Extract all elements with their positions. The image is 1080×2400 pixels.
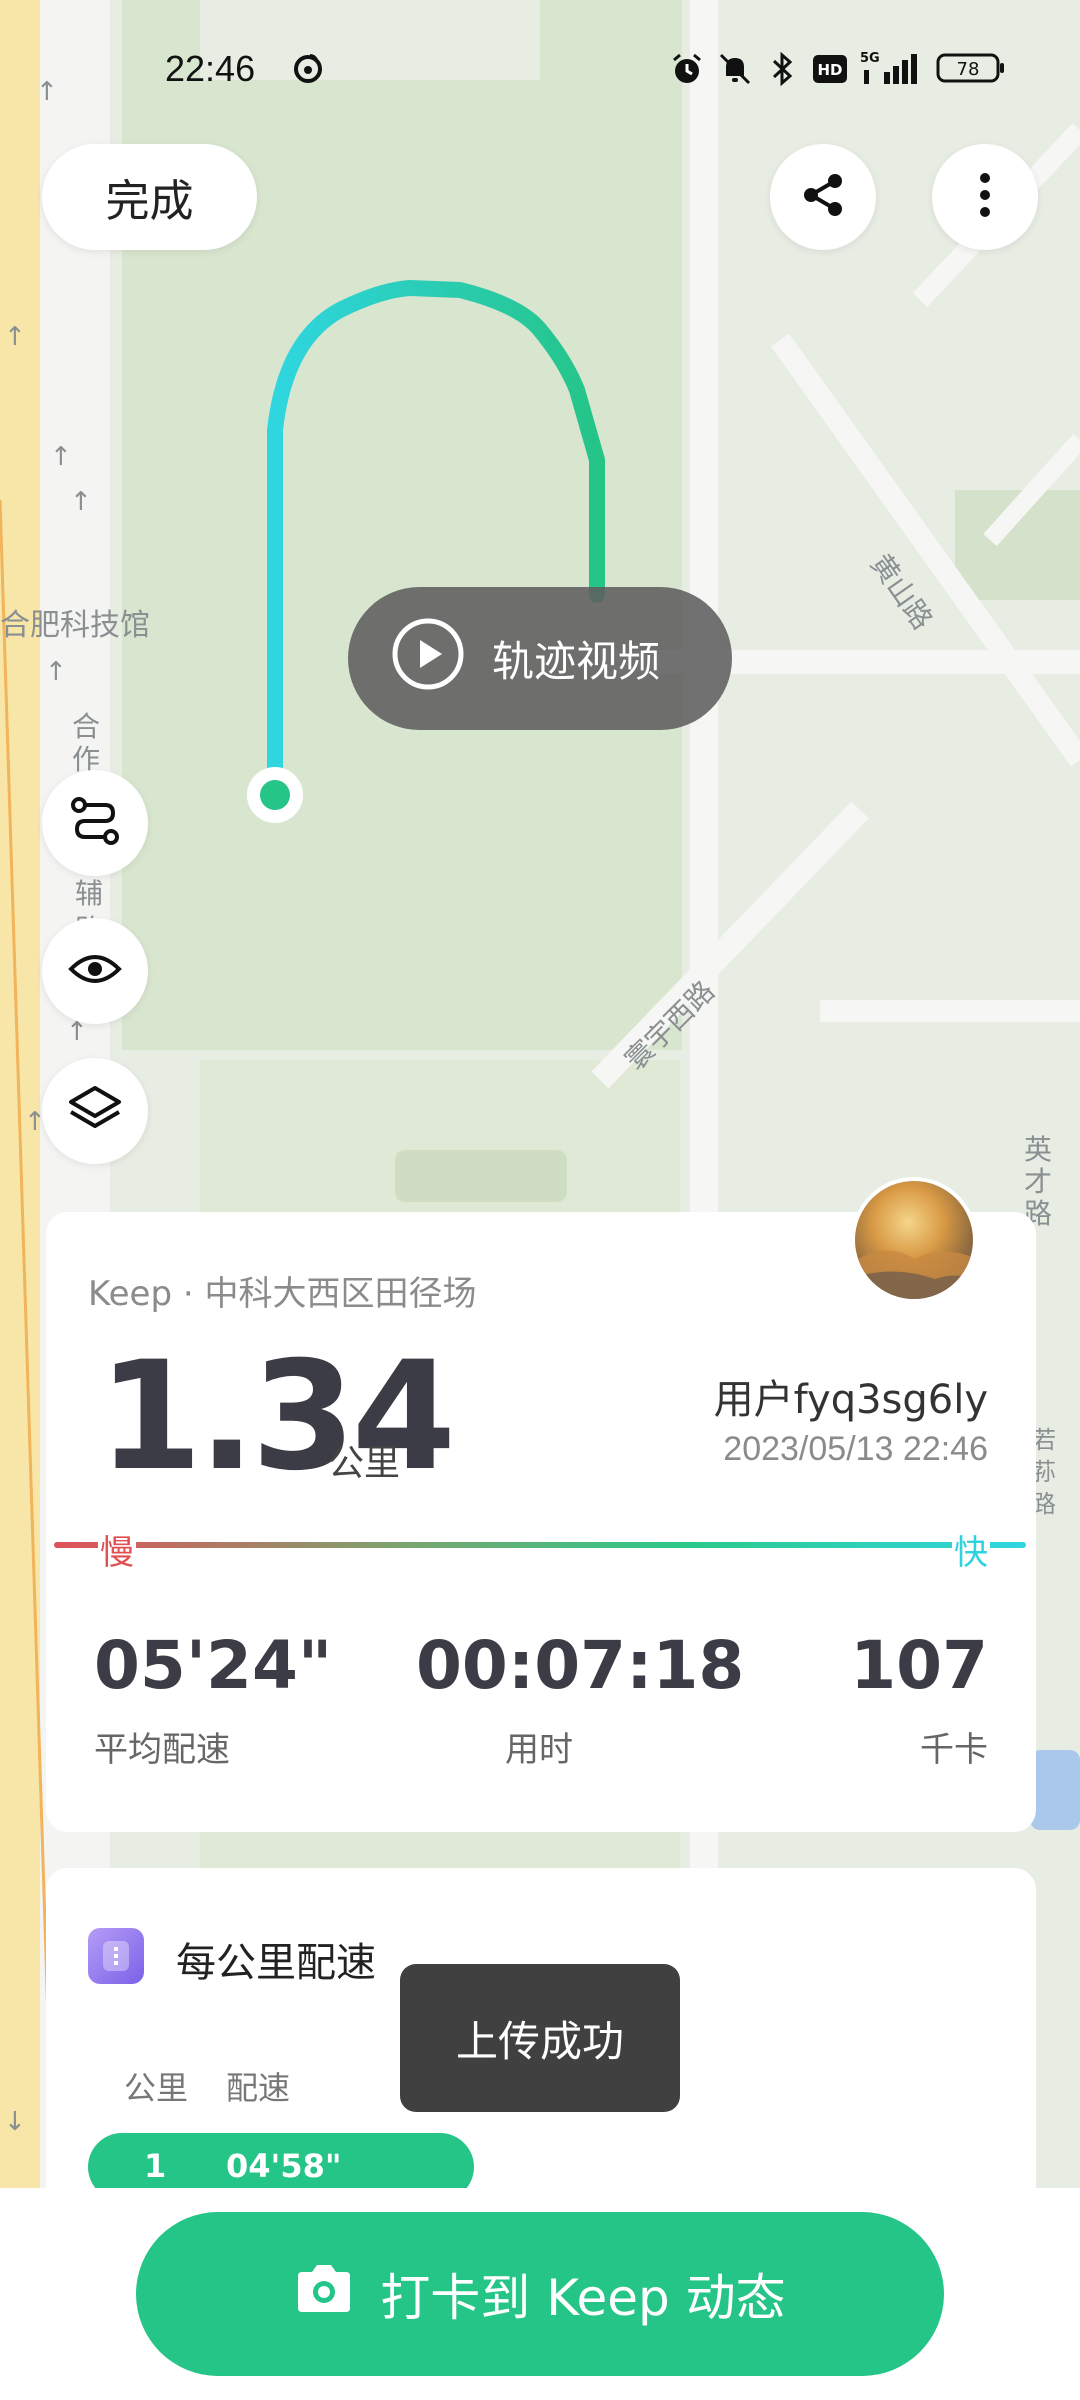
run-datetime: 2023/05/13 22:46 bbox=[723, 1430, 988, 1468]
bottom-bar: 打卡到 Keep 动态 bbox=[0, 2188, 1080, 2400]
km-number: 1 bbox=[144, 2147, 167, 2185]
share-button[interactable] bbox=[770, 144, 876, 250]
col-pace-header: 配速 bbox=[226, 2069, 291, 2107]
duration-value: 00:07:18 bbox=[416, 1627, 745, 1704]
checkin-label: 打卡到 Keep 动态 bbox=[380, 2269, 786, 2327]
km-pace-value: 04'58" bbox=[226, 2147, 342, 2185]
status-time: 22:46 bbox=[165, 48, 256, 89]
pace-fast-label: 快 bbox=[952, 1525, 990, 1574]
map-arrow: ↑ bbox=[70, 487, 92, 517]
more-button[interactable] bbox=[932, 144, 1038, 250]
view-button[interactable] bbox=[42, 918, 148, 1024]
map-arrow: ↑ bbox=[45, 657, 67, 687]
map-arrow: ↑ bbox=[4, 322, 26, 352]
map-label-museum: 合肥科技馆 bbox=[0, 608, 150, 643]
alarm-icon bbox=[670, 52, 704, 90]
route-button[interactable] bbox=[42, 770, 148, 876]
battery-level: 78 bbox=[957, 59, 980, 80]
location-label: Keep · 中科大西区田径场 bbox=[88, 1274, 477, 1314]
signal-icon: 5G bbox=[860, 50, 922, 90]
avg-pace-label: 平均配速 bbox=[94, 1730, 230, 1770]
checkin-button[interactable]: 打卡到 Keep 动态 bbox=[136, 2212, 944, 2376]
km-pace-icon bbox=[88, 1928, 144, 1984]
eye-icon bbox=[67, 949, 123, 993]
camera-icon bbox=[294, 2262, 354, 2326]
pace-gradient-bar bbox=[54, 1542, 1026, 1548]
track-video-button[interactable]: 轨迹视频 bbox=[348, 587, 732, 730]
netease-music-icon bbox=[292, 52, 324, 88]
more-vertical-icon bbox=[975, 169, 995, 225]
duration-label: 用时 bbox=[505, 1730, 573, 1770]
play-icon bbox=[390, 616, 466, 702]
hd-badge-text: HD bbox=[817, 61, 842, 79]
col-km-header: 公里 bbox=[124, 2069, 189, 2107]
map-arrow: ↓ bbox=[4, 2107, 26, 2137]
distance-unit: 公里 bbox=[328, 1443, 401, 1484]
mute-icon bbox=[718, 52, 752, 90]
calories-label: 千卡 bbox=[920, 1730, 988, 1770]
avatar[interactable] bbox=[851, 1177, 977, 1303]
bluetooth-icon bbox=[766, 51, 798, 90]
status-bar: 22:46 HD 5G 78 bbox=[0, 0, 1080, 140]
calories-value: 107 bbox=[850, 1627, 988, 1704]
hd-icon: HD bbox=[812, 54, 848, 88]
upload-success-toast: 上传成功 bbox=[400, 1964, 680, 2112]
map-label-road: 辅 bbox=[75, 877, 104, 910]
done-button[interactable]: 完成 bbox=[42, 144, 257, 250]
pace-slow-label: 慢 bbox=[98, 1525, 136, 1574]
km-pace-title: 每公里配速 bbox=[176, 1940, 376, 1986]
track-video-label: 轨迹视频 bbox=[492, 637, 661, 686]
route-icon bbox=[67, 793, 123, 853]
share-icon bbox=[797, 169, 849, 225]
map-arrow: ↑ bbox=[50, 442, 72, 472]
avg-pace-value: 05'24" bbox=[94, 1627, 333, 1704]
layers-button[interactable] bbox=[42, 1058, 148, 1164]
layers-icon bbox=[67, 1084, 123, 1138]
run-summary-card: Keep · 中科大西区田径场 1.34 公里 用户fyq3sg6ly 2023… bbox=[46, 1212, 1036, 1832]
battery-icon: 78 bbox=[936, 52, 1006, 88]
network-label: 5G bbox=[860, 51, 880, 66]
username: 用户fyq3sg6ly bbox=[713, 1377, 988, 1423]
